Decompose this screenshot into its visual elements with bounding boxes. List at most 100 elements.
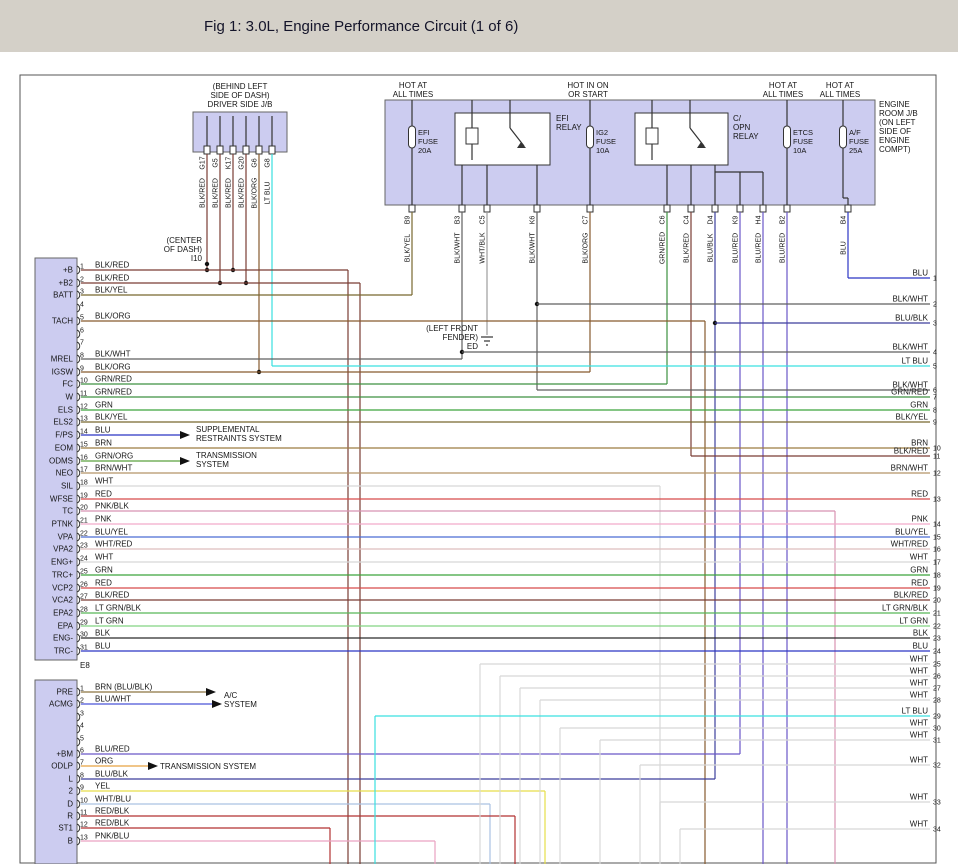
wire-color-label: WHT/RED: [95, 540, 133, 549]
ecm-pin-name: BATT: [53, 291, 73, 300]
pin-terminal: [587, 205, 593, 212]
srs-system-label: RESTRAINTS SYSTEM: [196, 434, 282, 443]
fuse-symbol: [587, 126, 594, 148]
terminal-wire-label: WHT: [910, 667, 928, 676]
pin-code: G17: [200, 156, 207, 169]
wire-color-label: BLU/BLK: [708, 233, 715, 262]
hot-label: OR START: [568, 90, 608, 99]
terminal-wire-label: PNK: [912, 515, 929, 524]
wiring-overlay: (BEHIND LEFTSIDE OF DASH)DRIVER SIDE J/B…: [0, 0, 958, 864]
terminal-number: 32: [933, 763, 941, 770]
wire-color-label: BLU/WHT: [95, 695, 131, 704]
pin-code: G5: [213, 158, 220, 167]
wire-color-label: GRN/RED: [660, 232, 667, 264]
engine-jb-label: COMPT): [879, 145, 911, 154]
wire-color-label: BLU/RED: [756, 233, 763, 263]
wire-color-label: LT GRN/BLK: [95, 604, 142, 613]
pin-code: C4: [684, 215, 691, 224]
fuse-label: EFI: [418, 128, 430, 137]
pin-terminal: [243, 146, 249, 154]
terminal-wire-label: BRN/WHT: [891, 464, 928, 473]
terminal-wire-label: GRN: [910, 401, 928, 410]
ecm-pin-name: PTNK: [52, 520, 74, 529]
wire-color-label: BLK/RED: [226, 178, 233, 208]
relay-label: EFI: [556, 114, 568, 123]
terminal-wire-label: WHT: [910, 756, 928, 765]
fuse-symbol: [784, 126, 791, 148]
terminal-number: 5: [933, 364, 937, 371]
junction-dot: [205, 262, 209, 266]
terminal-number: 29: [933, 714, 941, 721]
terminal-wire-label: RED: [911, 490, 928, 499]
wire-color-label: RED: [95, 579, 112, 588]
wire-color-label: BLK/RED: [684, 233, 691, 263]
ground-ed-label: (LEFT FRONT: [426, 324, 478, 333]
transmission-system-label: TRANSMISSION: [196, 451, 257, 460]
pin-number: 4: [80, 723, 84, 730]
wire-color-label: BLK/ORG: [252, 177, 259, 208]
ecm-pin-name: SIL: [61, 482, 74, 491]
wire-color-label: GRN/ORG: [95, 452, 133, 461]
wire-color-label: BLK: [95, 629, 111, 638]
pin-terminal: [664, 205, 670, 212]
ecm-pin-name: L: [69, 775, 74, 784]
pin-number: 7: [80, 340, 84, 347]
ecm-pin-name: EPA: [58, 622, 74, 631]
terminal-number: 23: [933, 636, 941, 643]
terminal-number: 28: [933, 698, 941, 705]
wire-color-label: RED: [95, 490, 112, 499]
ecm-pin-name: TACH: [52, 317, 73, 326]
wire-color-label: PNK/BLK: [95, 502, 129, 511]
ecm-pin-name: ENG+: [51, 558, 73, 567]
terminal-number: 14: [933, 522, 941, 529]
engine-jb-label: (ON LEFT: [879, 118, 916, 127]
arrow-icon: [180, 457, 190, 465]
wire-color-label: BLU: [95, 642, 111, 651]
terminal-wire-label: BLK/WHT: [892, 343, 928, 352]
arrow-icon: [148, 762, 158, 770]
terminal-wire-label: WHT: [910, 719, 928, 728]
terminal-wire-label: BLU/YEL: [895, 528, 928, 537]
pin-terminal: [459, 205, 465, 212]
ground-ed-label: FENDER): [442, 333, 478, 342]
terminal-number: 26: [933, 674, 941, 681]
pin-terminal: [230, 146, 236, 154]
terminal-wire-label: WHT: [910, 553, 928, 562]
wire-color-label: BLK/RED: [95, 591, 129, 600]
terminal-wire-label: GRN: [910, 566, 928, 575]
arrow-icon: [206, 688, 216, 696]
connector-i10-label: I10: [191, 254, 203, 263]
terminal-number: 8: [933, 408, 937, 415]
ecm-pin-name: PRE: [57, 688, 73, 697]
ecm-pin-name: B: [68, 837, 73, 846]
terminal-wire-label: WHT/RED: [891, 540, 929, 549]
wire-color-label: RED/BLK: [95, 819, 130, 828]
ecm-pin-name: ENG-: [53, 634, 73, 643]
wire-color-label: YEL: [95, 782, 111, 791]
ecm-pin-name: TC: [62, 507, 73, 516]
wire-color-label: WHT/BLU: [95, 795, 131, 804]
ecm-pin-name: EOM: [55, 444, 74, 453]
wire-color-label: LT GRN: [95, 617, 124, 626]
ecm-pin-name: ODLP: [51, 762, 73, 771]
pin-code: C7: [583, 215, 590, 224]
ecm-pin-name: W: [65, 393, 73, 402]
hot-label: HOT AT: [399, 81, 427, 90]
pin-code: C5: [480, 215, 487, 224]
fuse-label: 20A: [418, 146, 431, 155]
arrow-icon: [212, 700, 222, 708]
hot-label: ALL TIMES: [820, 90, 860, 99]
wire-color-label: BLU/RED: [95, 745, 130, 754]
ecm-pin-name: 2: [69, 787, 74, 796]
terminal-wire-label: BLK/RED: [894, 591, 928, 600]
pin-terminal: [256, 146, 262, 154]
wire-color-label: WHT: [95, 477, 113, 486]
ecm-pin-name: VCA2: [52, 596, 73, 605]
pin-number: 6: [80, 328, 84, 335]
terminal-wire-label: RED: [911, 579, 928, 588]
pin-code: G6: [252, 158, 259, 167]
engine-jb-label: ENGINE: [879, 136, 910, 145]
engine-jb-label: ENGINE: [879, 100, 910, 109]
fuse-label: FUSE: [849, 137, 869, 146]
ecm-pin-name: R: [67, 812, 73, 821]
